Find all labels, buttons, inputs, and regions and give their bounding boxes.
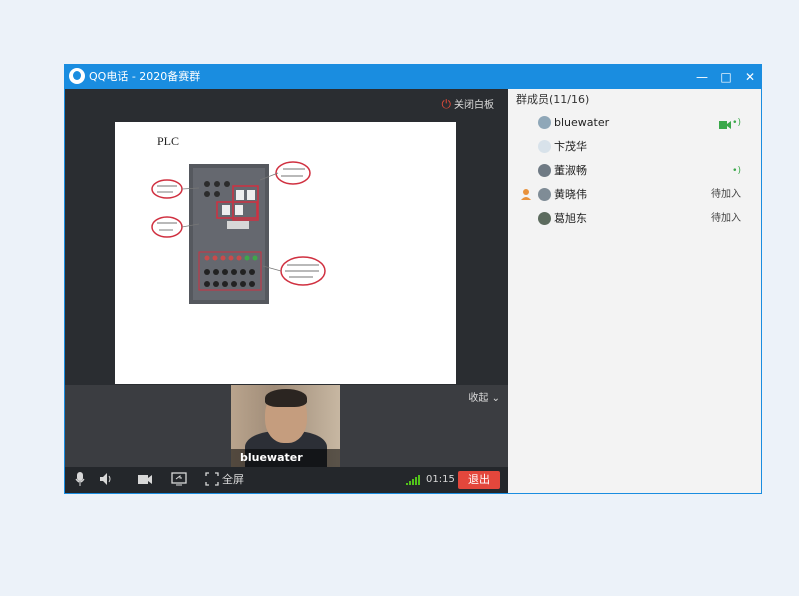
microphone-icon[interactable] <box>75 471 85 489</box>
member-item[interactable]: bluewater •) <box>508 112 761 134</box>
power-icon: ⏻ <box>441 97 452 111</box>
minimize-icon[interactable]: — <box>693 68 711 86</box>
avatar <box>538 212 551 225</box>
avatar <box>538 164 551 177</box>
audio-wave-icon: •) <box>732 118 741 128</box>
video-participant-name: bluewater <box>231 449 340 467</box>
member-name: bluewater <box>554 116 610 129</box>
qq-call-window: QQ电话 - 2020备赛群 — □ ✕ ⏻ 关闭白板 PLC bluewate… <box>64 64 762 494</box>
close-icon[interactable]: ✕ <box>741 68 759 86</box>
avatar <box>538 140 551 153</box>
member-name: 董淑畅 <box>554 164 587 177</box>
video-on-icon <box>719 116 733 129</box>
screen-share-icon[interactable] <box>171 471 187 489</box>
double-chevron-down-icon: ⌄ <box>491 393 500 404</box>
member-item[interactable]: 黄晓伟 待加入 <box>508 184 761 206</box>
call-stage: ⏻ 关闭白板 PLC bluewater 收起 ⌄ 全屏 01:15 退出 <box>65 89 508 493</box>
close-whiteboard-label: 关闭白板 <box>454 100 494 111</box>
member-name: 黄晓伟 <box>554 188 587 201</box>
window-title: QQ电话 - 2020备赛群 <box>89 70 201 83</box>
member-name: 卞茂华 <box>554 140 587 153</box>
member-count-title: 群成员(11/16) <box>516 93 590 106</box>
fullscreen-icon[interactable] <box>205 471 219 489</box>
avatar <box>538 116 551 129</box>
title-bar[interactable]: QQ电话 - 2020备赛群 — □ ✕ <box>65 65 761 89</box>
collapse-label: 收起 <box>468 393 489 404</box>
audio-wave-icon: •) <box>732 166 741 176</box>
video-tile[interactable]: bluewater <box>231 385 340 467</box>
call-timer: 01:15 <box>426 474 455 485</box>
video-strip: bluewater 收起 ⌄ <box>65 385 508 467</box>
member-name: 葛旭东 <box>554 212 587 225</box>
fullscreen-label[interactable]: 全屏 <box>222 472 244 488</box>
whiteboard-sketch: PLC <box>151 134 326 304</box>
member-item[interactable]: 葛旭东 待加入 <box>508 208 761 230</box>
app-logo-icon <box>69 68 85 84</box>
maximize-icon[interactable]: □ <box>717 68 735 86</box>
member-item[interactable]: 卞茂华 <box>508 136 761 158</box>
owner-icon <box>520 188 532 204</box>
member-status: 待加入 <box>711 213 741 224</box>
close-whiteboard-button[interactable]: ⏻ 关闭白板 <box>442 97 495 113</box>
control-bar: 全屏 01:15 退出 <box>65 467 508 493</box>
exit-call-button[interactable]: 退出 <box>458 471 500 489</box>
member-status: 待加入 <box>711 189 741 200</box>
whiteboard-heading: PLC <box>157 134 179 148</box>
member-item[interactable]: 董淑畅 •) <box>508 160 761 182</box>
member-panel: 群成员(11/16) bluewater •) 卞茂华 董淑畅 •) 黄晓伟 待… <box>508 89 761 493</box>
collapse-button[interactable]: 收起 ⌄ <box>468 389 500 404</box>
speaker-icon[interactable] <box>98 471 114 489</box>
camera-icon[interactable] <box>137 471 153 489</box>
signal-icon <box>406 475 422 485</box>
avatar <box>538 188 551 201</box>
whiteboard[interactable]: PLC <box>115 122 456 384</box>
